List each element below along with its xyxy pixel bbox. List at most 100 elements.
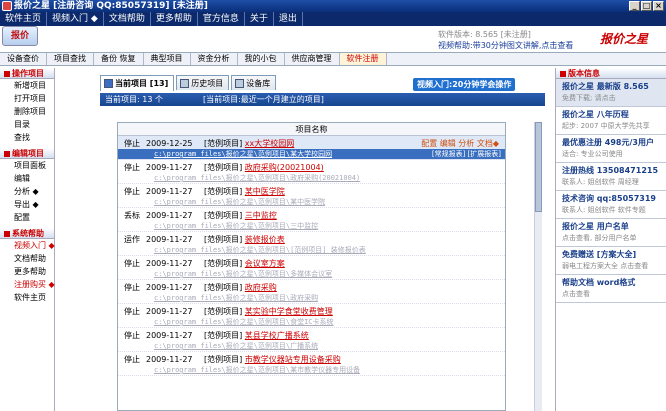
table-row[interactable]: 停止 2009-11-27 [范例项目] 某中医学院 c:\program file…: [118, 184, 505, 208]
info-register-hotline[interactable]: 注册热线 13508471215 联系人: 姐创软件 周经理: [556, 163, 666, 191]
close-icon[interactable]: ×: [653, 1, 664, 11]
project-name-link[interactable]: 装修报价表: [245, 235, 285, 244]
project-path[interactable]: c:\program files\报价之星\范例项目\某市教学仪器专用设备: [154, 365, 360, 375]
project-path[interactable]: c:\program files\报价之星\范例项目\食堂IC卡系统: [154, 317, 334, 327]
project-path[interactable]: c:\program files\报价之星\范例项目\[范例项目] 装修报价表: [154, 245, 366, 255]
table-row[interactable]: 停止 2009-11-27 [范例项目] 政府采购 c:\program files…: [118, 280, 505, 304]
toolbar-fund-analysis[interactable]: 资金分析: [191, 53, 238, 65]
toolbar-supplier[interactable]: 供应商管理: [285, 53, 340, 65]
sidebar-item-doc-help[interactable]: 文档帮助: [0, 252, 54, 265]
project-tag: [范例项目]: [204, 355, 243, 364]
info-register-offer[interactable]: 最优惠注册 498元/3用户 适合: 专业公司使用: [556, 135, 666, 163]
project-tag: [范例项目]: [204, 211, 243, 220]
toolbar-project-find[interactable]: 项目查找: [47, 53, 94, 65]
minimize-icon[interactable]: _: [629, 1, 640, 11]
project-tag: [范例项目]: [204, 139, 243, 148]
table-row[interactable]: 停止 2009-11-27 [范例项目] 政府采购(20021004) c:\pro…: [118, 160, 505, 184]
project-name-link[interactable]: 某县学校广播系统: [245, 331, 309, 340]
project-name-link[interactable]: 某中医学院: [245, 187, 285, 196]
main-content: 当前项目 [13] 历史项目 设备库 视频入门:20分钟学会操作 当前项目: 1…: [100, 75, 545, 411]
toolbar-backup-restore[interactable]: 备份 恢复: [94, 53, 144, 65]
tab-current-projects[interactable]: 当前项目 [13]: [100, 75, 175, 91]
menu-about[interactable]: 关于: [245, 12, 274, 26]
menu-more-help[interactable]: 更多帮助: [151, 12, 198, 26]
info-user-list[interactable]: 报价之星 用户名单 点击查看, 部分用户名单: [556, 219, 666, 247]
version-info-title: 版本信息: [556, 68, 666, 79]
title-bar: 报价之星 [注册咨询 QQ:85057319] [未注册] _ □ ×: [0, 0, 666, 12]
sidebar-item-find[interactable]: 查找: [0, 131, 54, 144]
sidebar-item-catalog[interactable]: 目录: [0, 118, 54, 131]
info-bar: 当前项目: 13 个 [当前项目:最近一个月建立的项目]: [100, 93, 545, 106]
section-edit-project: 编辑项目: [0, 148, 54, 159]
project-name-link[interactable]: 市教学仪器站专用设备采购: [245, 355, 341, 364]
info-tech-support[interactable]: 技术咨询 qq:85057319 联系人: 姐创软件 软件专题: [556, 191, 666, 219]
toolbar-register[interactable]: 软件注册: [339, 53, 387, 65]
table-row[interactable]: 停止 2009-11-27 [范例项目] 某县学校广播系统 c:\program f…: [118, 328, 505, 352]
menu-doc-help[interactable]: 文档帮助: [104, 12, 151, 26]
project-path[interactable]: c:\program files\报价之星\范例项目\多媒体会议室: [154, 269, 332, 279]
sidebar-item-more-help[interactable]: 更多帮助: [0, 265, 54, 278]
sidebar-item-delete-project[interactable]: 删除项目: [0, 105, 54, 118]
sidebar-item-video-intro[interactable]: 视频入门 ◆: [0, 239, 55, 252]
video-help-link[interactable]: 视频帮助:带30分钟图文讲解,点击查看: [438, 40, 573, 51]
bullet-icon: [4, 230, 10, 237]
maximize-icon[interactable]: □: [641, 1, 652, 11]
project-status: 停止: [124, 307, 140, 316]
row-actions[interactable]: 配置 编辑 分析 文档◆: [421, 138, 499, 149]
sidebar-item-analyze[interactable]: 分析 ◆: [0, 185, 54, 198]
project-path[interactable]: c:\program files\报价之星\范例项目\三中监控: [154, 221, 318, 231]
menu-exit[interactable]: 退出: [274, 12, 303, 26]
toolbar-typical-project[interactable]: 典型项目: [144, 53, 191, 65]
project-date: 2009-11-27: [146, 307, 193, 316]
info-latest-version[interactable]: 报价之星 最新版 8.565 免费下载; 请点击: [556, 79, 666, 107]
toolbar-device-price[interactable]: 设备查价: [0, 53, 47, 65]
project-path[interactable]: c:\program files\报价之星\范例项目\广播系统: [154, 341, 318, 351]
project-tag: [范例项目]: [204, 259, 243, 268]
project-name-link[interactable]: 会议室方案: [245, 259, 285, 268]
sidebar-item-project-panel[interactable]: 项目面板: [0, 159, 54, 172]
project-name-link[interactable]: xx大学校园网: [245, 139, 294, 148]
column-header-project-name: 项目名称: [118, 123, 505, 136]
project-path[interactable]: c:\program files\报价之星\范例项目\某中医学院: [154, 197, 325, 207]
info-free-gift[interactable]: 免费赠送 [方案大全] 弱电工程方案大全 点击查看: [556, 247, 666, 275]
project-path[interactable]: c:\program files\报价之星\范例项目\政府采购: [154, 293, 318, 303]
table-row[interactable]: 丢标 2009-11-27 [范例项目] 三中监控 c:\program files…: [118, 208, 505, 232]
info-help-doc[interactable]: 帮助文档 word格式 点击查看: [556, 275, 666, 303]
table-row[interactable]: 停止 2009-12-25 [范例项目] xx大学校园网 配置 编辑 分析 文档◆ …: [118, 136, 505, 160]
sidebar-item-open-project[interactable]: 打开项目: [0, 92, 54, 105]
project-name-link[interactable]: 三中监控: [245, 211, 277, 220]
tab-history-projects[interactable]: 历史项目: [176, 75, 230, 90]
menu-official-info[interactable]: 官方信息: [198, 12, 245, 26]
scrollbar-thumb[interactable]: [535, 122, 542, 212]
table-row[interactable]: 停止 2009-11-27 [范例项目] 某实验中学食堂收费管理 c:\progra…: [118, 304, 505, 328]
tab-device-library[interactable]: 设备库: [231, 75, 277, 90]
sidebar-item-register-buy[interactable]: 注册购买 ◆: [0, 278, 55, 291]
project-name-link[interactable]: 某实验中学食堂收费管理: [245, 307, 333, 316]
section-operate-project: 操作项目: [0, 68, 54, 79]
sidebar-item-edit[interactable]: 编辑: [0, 172, 54, 185]
toolbar-my-package[interactable]: 我的小包: [238, 53, 285, 65]
project-name-link[interactable]: 政府采购: [245, 283, 277, 292]
brand-logo: 报价之星: [600, 32, 649, 46]
project-name-link[interactable]: 政府采购(20021004): [245, 163, 324, 172]
sidebar-item-software-home[interactable]: 软件主页: [0, 291, 54, 304]
project-path[interactable]: c:\program files\报价之星\范例项目\政府采购(20021004…: [154, 173, 360, 183]
sidebar-item-export[interactable]: 导出 ◆: [0, 198, 54, 211]
table-row[interactable]: 停止 2009-11-27 [范例项目] 市教学仪器站专用设备采购 c:\progr…: [118, 352, 505, 376]
menu-software-home[interactable]: 软件主页: [0, 12, 48, 26]
sidebar-item-new-project[interactable]: 新增项目: [0, 79, 54, 92]
info-history[interactable]: 报价之星 八年历程 起步: 2007 中原大学先共享: [556, 107, 666, 135]
tab-bar: 当前项目 [13] 历史项目 设备库: [100, 75, 278, 91]
project-status: 丢标: [124, 211, 140, 220]
project-date: 2009-11-27: [146, 211, 193, 220]
project-date: 2009-11-27: [146, 163, 193, 172]
vertical-scrollbar[interactable]: [534, 122, 542, 411]
table-row[interactable]: 运作 2009-11-27 [范例项目] 装修报价表 c:\program file…: [118, 232, 505, 256]
sidebar-item-config[interactable]: 配置: [0, 211, 54, 224]
project-date: 2009-11-27: [146, 259, 193, 268]
video-intro-button[interactable]: 视频入门:20分钟学会操作: [413, 78, 516, 91]
table-row[interactable]: 停止 2009-11-27 [范例项目] 会议室方案 c:\program file…: [118, 256, 505, 280]
report-links[interactable]: [常规报表] [扩展报表]: [432, 149, 501, 159]
software-version: 软件版本: 8.565 [未注册]: [438, 30, 531, 39]
menu-video-intro[interactable]: 视频入门 ◆: [47, 12, 104, 26]
